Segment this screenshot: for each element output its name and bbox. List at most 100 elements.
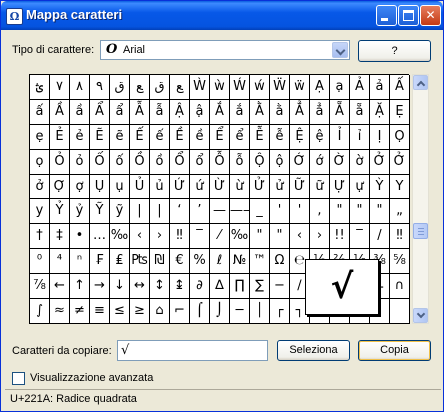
character-cell[interactable]: ẳ xyxy=(310,99,330,125)
character-cell[interactable]: ậ xyxy=(190,99,210,125)
character-cell[interactable]: Ỳ xyxy=(370,174,390,200)
character-cell[interactable]: ٩ xyxy=(90,75,110,100)
character-cell[interactable]: ờ xyxy=(350,149,370,175)
character-cell[interactable]: ấ xyxy=(30,99,50,125)
character-cell[interactable]: ẫ xyxy=(150,99,170,125)
character-cell[interactable]: ≤ xyxy=(110,299,130,324)
character-cell[interactable]: Ẅ xyxy=(270,75,290,100)
character-cell[interactable]: ∑ xyxy=(250,274,270,300)
character-cell[interactable]: ﻕ xyxy=(110,75,130,100)
character-cell[interactable]: ⁄ xyxy=(210,224,230,250)
character-cell[interactable]: ↕ xyxy=(150,274,170,300)
character-cell[interactable]: ﻊ xyxy=(130,75,150,100)
character-cell[interactable]: " xyxy=(350,199,370,225)
scroll-thumb[interactable] xyxy=(413,223,428,239)
character-cell[interactable]: − xyxy=(270,274,290,300)
character-cell[interactable]: ₣ xyxy=(90,249,110,275)
character-cell[interactable]: ớ xyxy=(310,149,330,175)
character-cell[interactable]: Ớ xyxy=(290,149,310,175)
character-cell[interactable] xyxy=(390,299,410,324)
character-cell[interactable]: ⁿ xyxy=(70,249,90,275)
character-cell[interactable]: | xyxy=(130,199,150,225)
scroll-down-button[interactable] xyxy=(413,308,428,323)
character-cell[interactable]: ẽ xyxy=(110,124,130,150)
character-cell[interactable]: % xyxy=(190,249,210,275)
character-cell[interactable]: „ xyxy=(390,199,410,225)
characters-to-copy-field[interactable]: √ xyxy=(117,340,268,361)
character-cell[interactable]: ồ xyxy=(150,149,170,175)
character-cell[interactable]: ⅝ xyxy=(390,249,410,275)
character-cell[interactable]: ⁰ xyxy=(30,249,50,275)
character-cell[interactable]: ỏ xyxy=(70,149,90,175)
character-cell[interactable]: ủ xyxy=(150,174,170,200)
character-cell[interactable]: Ặ xyxy=(370,99,390,125)
copy-button[interactable]: Copia xyxy=(358,340,431,361)
character-cell[interactable]: ≈ xyxy=(50,299,70,324)
character-cell[interactable]: Ỗ xyxy=(210,149,230,175)
character-cell[interactable]: ‰ xyxy=(230,224,250,250)
character-cell[interactable]: Ể xyxy=(210,124,230,150)
character-cell[interactable]: Ầ xyxy=(50,99,70,125)
character-cell[interactable]: ề xyxy=(190,124,210,150)
character-cell[interactable]: Ễ xyxy=(250,124,270,150)
character-cell[interactable]: Ự xyxy=(330,174,350,200)
character-cell[interactable]: ⁴ xyxy=(50,249,70,275)
character-cell[interactable]: ‼ xyxy=(170,224,190,250)
character-cell[interactable]: ∏ xyxy=(230,274,250,300)
character-cell[interactable]: Ắ xyxy=(210,99,230,125)
character-cell[interactable]: ễ xyxy=(270,124,290,150)
character-cell[interactable]: Ẁ xyxy=(190,75,210,100)
character-cell[interactable]: Ạ xyxy=(310,75,330,100)
character-cell[interactable]: ⌐ xyxy=(170,299,190,324)
character-cell[interactable]: ế xyxy=(150,124,170,150)
character-cell[interactable]: Ổ xyxy=(170,149,190,175)
maximize-button[interactable] xyxy=(398,5,419,26)
character-cell[interactable]: ‰ xyxy=(110,224,130,250)
character-cell[interactable]: ‘ xyxy=(170,199,190,225)
character-cell[interactable]: ↑ xyxy=(70,274,90,300)
character-cell[interactable]: Ω xyxy=(270,249,290,275)
character-cell[interactable]: Ỹ xyxy=(90,199,110,225)
font-dropdown-button[interactable] xyxy=(332,42,348,58)
character-cell[interactable]: Ế xyxy=(130,124,150,150)
character-cell[interactable]: ∩ xyxy=(390,274,410,300)
character-cell[interactable]: Ở xyxy=(390,149,410,175)
character-cell[interactable]: › xyxy=(150,224,170,250)
character-cell[interactable]: ™ xyxy=(250,249,270,275)
character-cell[interactable]: Ỷ xyxy=(50,199,70,225)
character-cell[interactable]: " xyxy=(270,224,290,250)
character-cell[interactable]: Ợ xyxy=(50,174,70,200)
character-cell[interactable]: ố xyxy=(110,149,130,175)
character-cell[interactable]: ' xyxy=(270,199,290,225)
character-cell[interactable]: ‹ xyxy=(290,224,310,250)
character-cell[interactable]: —— xyxy=(230,199,250,225)
character-cell[interactable]: Ậ xyxy=(170,99,190,125)
character-cell[interactable]: ⌂ xyxy=(150,299,170,324)
character-cell[interactable]: Ử xyxy=(250,174,270,200)
character-cell[interactable]: Ừ xyxy=(210,174,230,200)
character-cell[interactable]: " xyxy=(370,199,390,225)
character-cell[interactable]: ⅞ xyxy=(30,274,50,300)
character-cell[interactable]: № xyxy=(230,249,250,275)
character-cell[interactable]: Ộ xyxy=(250,149,270,175)
character-cell[interactable]: ٧ xyxy=(50,75,70,100)
character-cell[interactable]: Ỏ xyxy=(50,149,70,175)
character-cell[interactable]: Ẹ xyxy=(390,99,410,125)
character-cell[interactable]: , xyxy=(310,199,330,225)
character-cell[interactable]: Ệ xyxy=(290,124,310,150)
character-cell[interactable]: ạ xyxy=(330,75,350,100)
character-cell[interactable]: ≡ xyxy=(90,299,110,324)
character-cell[interactable]: ← xyxy=(50,274,70,300)
character-cell[interactable]: … xyxy=(90,224,110,250)
character-cell[interactable]: ‡ xyxy=(50,224,70,250)
character-cell[interactable]: ↔ xyxy=(130,274,150,300)
character-cell[interactable]: ₧ xyxy=(130,249,150,275)
character-cell[interactable]: ộ xyxy=(270,149,290,175)
character-cell[interactable]: € xyxy=(170,249,190,275)
character-cell[interactable]: ữ xyxy=(310,174,330,200)
font-dropdown[interactable]: O Arial xyxy=(100,40,350,60)
character-cell[interactable]: ﻊ xyxy=(170,75,190,100)
close-button[interactable]: ✕ xyxy=(420,5,441,26)
character-cell[interactable]: ≥ xyxy=(130,299,150,324)
character-cell[interactable]: ẹ xyxy=(30,124,50,150)
